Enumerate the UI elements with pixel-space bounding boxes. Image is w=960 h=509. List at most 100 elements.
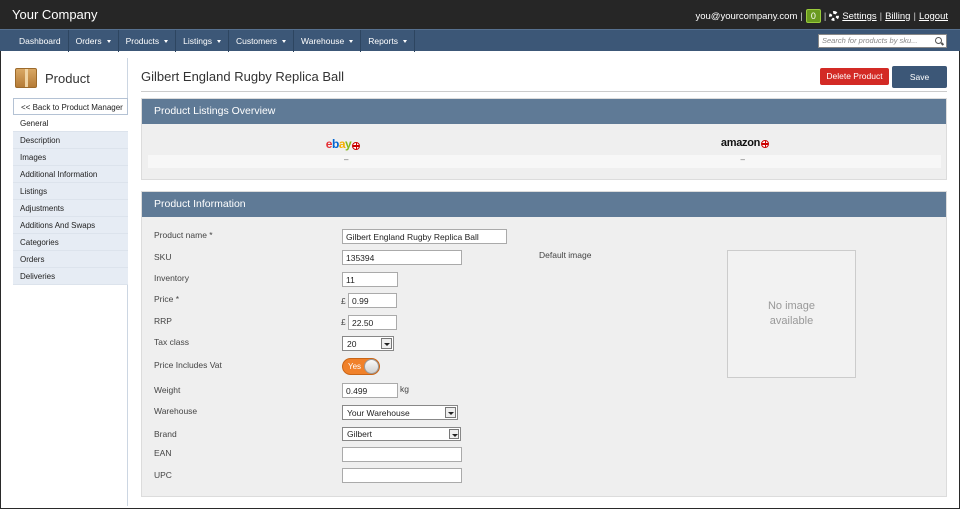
nav-label: Orders <box>75 35 102 46</box>
product-box-icon <box>15 68 37 88</box>
nav-listings[interactable]: Listings <box>176 30 229 52</box>
weight-input[interactable]: 0.499 <box>342 383 398 398</box>
nav-label: Warehouse <box>301 35 345 46</box>
nav-dashboard[interactable]: Dashboard <box>12 30 69 52</box>
separator: | <box>823 10 827 22</box>
sku-input[interactable]: 135394 <box>342 250 462 265</box>
sidebar-header: Product <box>15 68 90 88</box>
rrp-label: RRP <box>154 316 172 326</box>
sidebar-item-adjustments[interactable]: Adjustments <box>13 200 128 217</box>
vat-label: Price Includes Vat <box>154 360 222 370</box>
save-button[interactable]: Save <box>892 66 947 88</box>
sidebar-item-orders[interactable]: Orders <box>13 251 128 268</box>
inventory-input[interactable]: 11 <box>342 272 398 287</box>
sidebar-item-additional-information[interactable]: Additional Information <box>13 166 128 183</box>
price-input[interactable]: 0.99 <box>348 293 397 308</box>
panel-title: Product Listings Overview <box>142 99 946 124</box>
nav-orders[interactable]: Orders <box>69 30 119 52</box>
nav-label: Listings <box>183 35 212 46</box>
vat-toggle[interactable]: Yes <box>342 358 380 375</box>
brand-label: Brand <box>154 429 177 439</box>
account-area: you@yourcompany.com | 0 | Settings | Bil… <box>695 9 948 23</box>
ean-input[interactable] <box>342 447 462 462</box>
product-search-input[interactable]: Search for products by sku... <box>818 34 947 48</box>
upc-label: UPC <box>154 470 172 480</box>
default-image-label: Default image <box>539 250 592 260</box>
listings-overview-panel: Product Listings Overview ebay amazon – … <box>141 98 947 180</box>
warehouse-label: Warehouse <box>154 406 198 416</box>
search-icon[interactable] <box>935 37 942 44</box>
nav-label: Dashboard <box>19 35 61 46</box>
sidebar-item-deliveries[interactable]: Deliveries <box>13 268 128 285</box>
settings-link[interactable]: Settings <box>842 11 876 22</box>
caret-down-icon <box>349 39 354 43</box>
ebay-channel[interactable]: ebay <box>142 137 544 151</box>
amazon-channel[interactable]: amazon <box>544 137 946 149</box>
chevron-down-icon <box>381 338 392 349</box>
product-name-input[interactable]: Gilbert England Rugby Replica Ball <box>342 229 507 244</box>
tax-class-label: Tax class <box>154 337 189 347</box>
sidebar-item-images[interactable]: Images <box>13 149 128 166</box>
nav-products[interactable]: Products <box>119 30 177 52</box>
rrp-input[interactable]: 22.50 <box>348 315 397 330</box>
rrp-currency: £ <box>341 317 346 327</box>
nav-warehouse[interactable]: Warehouse <box>294 30 362 52</box>
sidebar-item-general[interactable]: General <box>13 115 128 132</box>
sidebar-menu: << Back to Product Manager General Descr… <box>13 98 128 285</box>
uk-flag-icon <box>761 139 770 148</box>
ean-label: EAN <box>154 448 172 458</box>
sidebar-item-listings[interactable]: Listings <box>13 183 128 200</box>
toggle-label: Yes <box>348 362 362 371</box>
sku-label: SKU <box>154 252 172 262</box>
logout-link[interactable]: Logout <box>919 11 948 22</box>
inventory-label: Inventory <box>154 273 189 283</box>
sidebar-item-description[interactable]: Description <box>13 132 128 149</box>
toggle-knob <box>364 359 379 374</box>
billing-link[interactable]: Billing <box>885 11 910 22</box>
no-image-placeholder[interactable]: No image available <box>727 250 856 378</box>
tax-class-select[interactable]: 20 <box>342 336 394 351</box>
sidebar-item-back[interactable]: << Back to Product Manager <box>13 98 128 115</box>
uk-flag-icon <box>352 141 361 150</box>
sidebar-item-additions-and-swaps[interactable]: Additions And Swaps <box>13 217 128 234</box>
ebay-status: – <box>344 155 349 164</box>
gear-icon[interactable] <box>829 11 840 21</box>
delete-product-button[interactable]: Delete Product <box>820 68 889 85</box>
nav-reports[interactable]: Reports <box>361 30 415 52</box>
brand-name[interactable]: Your Company <box>12 7 98 22</box>
caret-down-icon <box>106 39 111 43</box>
caret-down-icon <box>216 39 221 43</box>
separator: | <box>879 10 883 22</box>
main-nav: Dashboard Orders Products Listings Custo… <box>0 29 960 52</box>
brand-select[interactable]: Gilbert <box>342 427 461 441</box>
product-information-panel: Product Information Product name * Gilbe… <box>141 191 947 497</box>
chevron-down-icon <box>449 429 459 439</box>
notification-badge[interactable]: 0 <box>805 9 821 23</box>
chevron-down-icon <box>445 407 456 418</box>
listing-status-row: – – <box>148 155 941 168</box>
separator: | <box>913 10 916 22</box>
price-currency: £ <box>341 296 346 306</box>
divider <box>141 91 947 92</box>
caret-down-icon <box>164 39 169 43</box>
caret-down-icon <box>282 39 287 43</box>
weight-unit: kg <box>400 384 409 394</box>
upc-input[interactable] <box>342 468 462 483</box>
sidebar-title: Product <box>45 70 90 86</box>
nav-label: Products <box>125 35 160 46</box>
top-bar: Your Company you@yourcompany.com | 0 | S… <box>0 0 960 29</box>
ebay-logo: ebay <box>325 137 352 151</box>
tax-class-value: 20 <box>347 339 357 349</box>
sidebar-item-categories[interactable]: Categories <box>13 234 128 251</box>
sidebar: Product << Back to Product Manager Gener… <box>13 58 128 506</box>
panel-title: Product Information <box>142 192 946 217</box>
brand-value: Gilbert <box>347 429 373 439</box>
caret-down-icon <box>402 39 407 43</box>
warehouse-select[interactable]: Your Warehouse <box>342 405 458 420</box>
nav-customers[interactable]: Customers <box>229 30 295 52</box>
separator: | <box>800 10 803 22</box>
product-name-label: Product name * <box>154 230 213 240</box>
search-placeholder: Search for products by sku... <box>822 36 918 45</box>
page-title: Gilbert England Rugby Replica Ball <box>141 69 345 84</box>
price-label: Price * <box>154 294 180 304</box>
